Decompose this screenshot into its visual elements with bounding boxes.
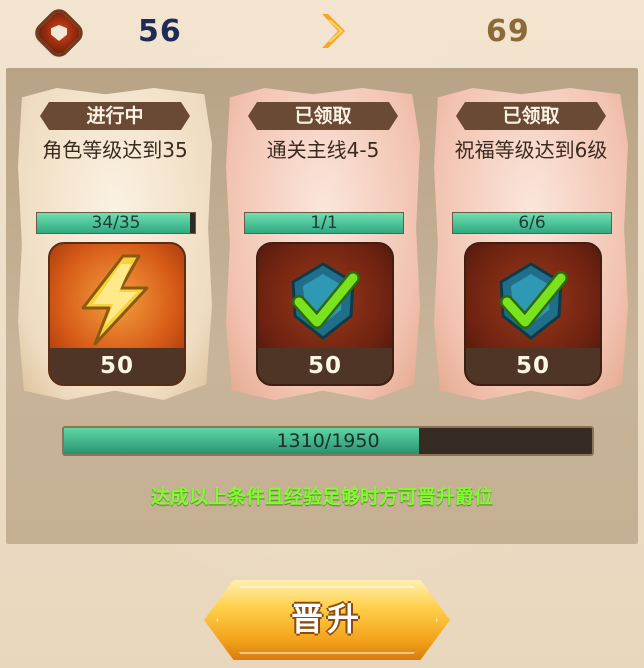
reward-slot[interactable]: 50 xyxy=(48,242,186,386)
experience-bar: 1310/1950 xyxy=(62,426,594,456)
task-progress-bar: 1/1 xyxy=(244,212,404,234)
task-progress-text: 34/35 xyxy=(91,213,141,233)
task-progress-bar: 6/6 xyxy=(452,212,612,234)
top-bar: 56 69 xyxy=(0,0,644,64)
shield-badge-icon xyxy=(34,8,84,58)
task-card: 进行中 角色等级达到35 34/35 50 xyxy=(18,88,212,400)
lightning-icon xyxy=(81,254,149,346)
experience-text: 1310/1950 xyxy=(276,430,380,452)
task-progress-text: 1/1 xyxy=(310,213,338,233)
chevron-right-icon xyxy=(322,14,345,48)
task-condition: 祝福等级达到6级 xyxy=(454,138,608,162)
promote-button-label: 晋升 xyxy=(290,600,363,638)
current-rank-value: 56 xyxy=(138,14,182,49)
task-status-tag: 已领取 xyxy=(456,102,606,130)
task-condition: 角色等级达到35 xyxy=(42,138,188,162)
task-status-tag: 已领取 xyxy=(248,102,398,130)
gem-check-icon xyxy=(291,262,360,340)
task-progress-text: 6/6 xyxy=(518,213,546,233)
task-card: 已领取 祝福等级达到6级 6/6 50 xyxy=(434,88,628,400)
task-card: 已领取 通关主线4-5 1/1 50 xyxy=(226,88,420,400)
reward-amount: 50 xyxy=(258,348,392,384)
reward-slot[interactable]: 50 xyxy=(464,242,602,386)
promotion-hint: 达成以上条件且经验足够时方可晋升爵位 xyxy=(150,486,493,508)
task-progress-bar: 34/35 xyxy=(36,212,196,234)
gem-check-icon xyxy=(499,262,568,340)
task-status-tag: 进行中 xyxy=(40,102,190,130)
reward-amount: 50 xyxy=(466,348,600,384)
next-rank-value: 69 xyxy=(486,14,530,49)
promote-button[interactable]: 晋升 xyxy=(204,580,450,660)
reward-slot[interactable]: 50 xyxy=(256,242,394,386)
task-condition: 通关主线4-5 xyxy=(266,138,380,162)
reward-amount: 50 xyxy=(50,348,184,384)
